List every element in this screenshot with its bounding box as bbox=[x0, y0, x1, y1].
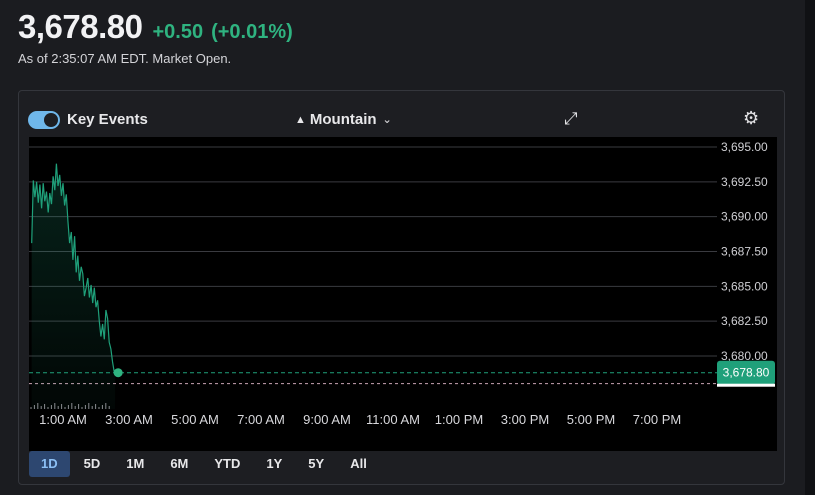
last-price-badge-underline bbox=[717, 383, 775, 387]
price-chart[interactable]: 3,695.00 3,692.50 3,690.00 3,687.50 3,685.00… bbox=[29, 137, 777, 451]
last-price-marker[interactable] bbox=[113, 368, 123, 378]
x-tick-label: 11:00 AM bbox=[366, 412, 420, 427]
key-events-toggle[interactable] bbox=[28, 111, 60, 129]
range-button-ytd[interactable]: YTD bbox=[202, 451, 252, 477]
mountain-icon: ▲ bbox=[295, 113, 306, 126]
gear-icon[interactable]: ⚙ bbox=[743, 108, 759, 129]
toggle-knob bbox=[44, 113, 58, 127]
chart-style-dropdown[interactable]: ▲ Mountain ⌄ bbox=[295, 111, 392, 128]
range-button-all[interactable]: All bbox=[338, 451, 379, 477]
current-price: 3,678.80 bbox=[18, 8, 143, 45]
range-button-1d[interactable]: 1D bbox=[29, 451, 70, 477]
key-events-label: Key Events bbox=[67, 111, 148, 128]
price-change: +0.50 bbox=[152, 21, 204, 43]
quote-timestamp: As of 2:35:07 AM EDT. Market Open. bbox=[18, 51, 232, 66]
x-tick-label: 3:00 PM bbox=[501, 412, 549, 427]
x-tick-label: 7:00 AM bbox=[237, 412, 285, 427]
x-tick-label: 7:00 PM bbox=[633, 412, 681, 427]
y-tick-label: 3,687.50 bbox=[721, 245, 768, 259]
chevron-down-icon: ⌄ bbox=[382, 114, 392, 126]
range-button-1y[interactable]: 1Y bbox=[254, 451, 294, 477]
range-button-1m[interactable]: 1M bbox=[114, 451, 156, 477]
chart-style-label: Mountain bbox=[309, 111, 377, 128]
quote-header: 3,678.80 +0.50 (+0.01%) bbox=[18, 8, 293, 46]
x-tick-label: 3:00 AM bbox=[105, 412, 153, 427]
x-tick-label: 5:00 AM bbox=[171, 412, 219, 427]
y-tick-label: 3,682.50 bbox=[721, 314, 768, 328]
y-tick-label: 3,685.00 bbox=[721, 279, 768, 293]
x-tick-label: 1:00 PM bbox=[435, 412, 483, 427]
x-tick-label: 5:00 PM bbox=[567, 412, 615, 427]
y-tick-label: 3,690.00 bbox=[721, 210, 768, 224]
range-button-6m[interactable]: 6M bbox=[158, 451, 200, 477]
y-tick-label: 3,692.50 bbox=[721, 175, 768, 189]
y-tick-label: 3,695.00 bbox=[721, 140, 768, 154]
range-selector: 1D 5D 1M 6M YTD 1Y 5Y All bbox=[29, 451, 381, 477]
range-button-5y[interactable]: 5Y bbox=[296, 451, 336, 477]
price-change-percent: (+0.01%) bbox=[211, 21, 293, 43]
expand-icon[interactable]: ⤢ bbox=[564, 109, 578, 129]
range-button-5d[interactable]: 5D bbox=[72, 451, 113, 477]
last-price-badge-label: 3,678.80 bbox=[723, 366, 770, 380]
x-tick-label: 1:00 AM bbox=[39, 412, 87, 427]
chart-panel: Key Events ▲ Mountain ⌄ ⤢ ⚙ 3,695.00 3,69… bbox=[18, 90, 785, 485]
chart-svg: 3,695.00 3,692.50 3,690.00 3,687.50 3,685.00… bbox=[29, 140, 775, 427]
page-scroll-gutter bbox=[805, 0, 815, 495]
x-tick-label: 9:00 AM bbox=[303, 412, 351, 427]
